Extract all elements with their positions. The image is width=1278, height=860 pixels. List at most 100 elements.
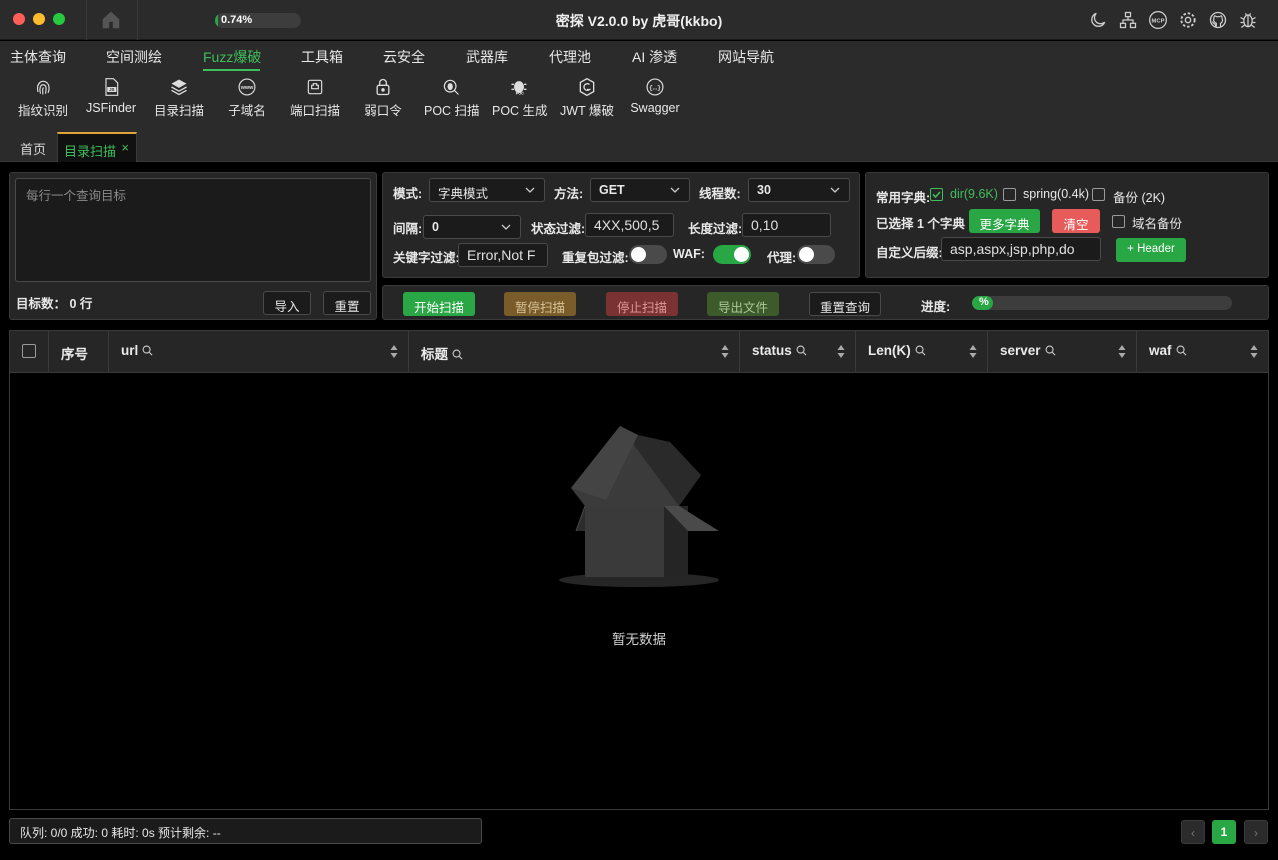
start-scan-button[interactable]: 开始扫描 [403, 292, 475, 316]
search-icon[interactable] [1176, 345, 1187, 356]
export-file-button[interactable]: 导出文件 [707, 292, 779, 316]
close-window-button[interactable] [13, 13, 25, 25]
swagger-icon: {…} [646, 78, 664, 96]
page-1-button[interactable]: 1 [1212, 820, 1236, 844]
home-icon[interactable] [100, 9, 122, 31]
column-length[interactable]: Len(K) [856, 331, 988, 373]
target-count-caption: 目标数： [16, 297, 67, 311]
chevron-down-icon [525, 187, 535, 193]
tool-label: 子域名 [228, 104, 266, 118]
tool-dir-scan[interactable]: 目录扫描 [153, 77, 205, 119]
target-count-value: 0 行 [69, 297, 93, 311]
tab-home[interactable]: 首页 [10, 132, 56, 162]
menu-ai-pentest[interactable]: AI 渗透 [632, 47, 677, 67]
dict-backup-label[interactable]: 备份 (2K) [1113, 187, 1165, 206]
keyword-filter-input[interactable]: Error,Not F [458, 243, 548, 267]
tool-swagger[interactable]: {…} Swagger [629, 77, 681, 115]
search-icon[interactable] [452, 349, 463, 360]
menu-proxy-pool[interactable]: 代理池 [549, 47, 591, 67]
tool-subdomain[interactable]: www 子域名 [227, 77, 267, 119]
column-index[interactable]: 序号 [49, 331, 109, 373]
search-icon[interactable] [796, 345, 807, 356]
minimize-window-button[interactable] [33, 13, 45, 25]
prev-page-button[interactable]: ‹ [1181, 820, 1205, 844]
tool-poc-scan[interactable]: POC 扫描 [424, 77, 480, 119]
reset-button[interactable]: 重置 [323, 291, 371, 315]
menu-space-mapping[interactable]: 空间测绘 [106, 47, 162, 67]
tool-port-scan[interactable]: 端口扫描 [290, 77, 340, 119]
pause-scan-button[interactable]: 暂停扫描 [504, 292, 576, 316]
dark-mode-icon[interactable] [1088, 10, 1108, 30]
mcp-icon[interactable]: MCP [1148, 10, 1168, 30]
maximize-window-button[interactable] [53, 13, 65, 25]
tool-poc-generate[interactable]: POC POC 生成 [492, 77, 548, 119]
tool-label: 指纹识别 [18, 104, 69, 118]
length-filter-input[interactable]: 0,10 [742, 213, 831, 237]
method-select[interactable]: GET [590, 178, 690, 202]
column-server[interactable]: server [988, 331, 1137, 373]
menu-entity-query[interactable]: 主体查询 [10, 47, 66, 67]
import-button[interactable]: 导入 [263, 291, 311, 315]
tool-jwt-brute[interactable]: JWT 爆破 [560, 77, 614, 119]
domain-backup-label[interactable]: 域名备份 [1132, 213, 1182, 232]
select-all-checkbox[interactable] [22, 344, 36, 358]
network-icon[interactable] [1118, 10, 1138, 30]
tool-jsfinder[interactable]: JS JSFinder [86, 77, 136, 115]
add-header-button[interactable]: + Header [1116, 238, 1186, 262]
menu-fuzz[interactable]: Fuzz爆破 [203, 47, 261, 67]
tool-fingerprint[interactable]: 指纹识别 [18, 77, 68, 119]
column-waf[interactable]: waf [1137, 331, 1268, 373]
column-url[interactable]: url [109, 331, 409, 373]
custom-suffix-input[interactable]: asp,aspx,jsp,php,do [941, 237, 1101, 261]
status-filter-input[interactable]: 4XX,500,5 [585, 213, 674, 237]
dict-backup-checkbox[interactable] [1092, 188, 1105, 201]
dict-dir-label[interactable]: dir(9.6K) [950, 187, 998, 201]
check-icon [932, 191, 941, 199]
waf-toggle[interactable] [713, 245, 751, 264]
mode-select[interactable]: 字典模式 [429, 178, 545, 202]
column-title[interactable]: 标题 [409, 331, 740, 373]
menu-toolbox[interactable]: 工具箱 [301, 47, 343, 67]
menu-cloud-security[interactable]: 云安全 [383, 47, 425, 67]
search-icon[interactable] [142, 345, 153, 356]
chevron-down-icon [830, 187, 840, 193]
menu-arsenal[interactable]: 武器库 [466, 47, 508, 67]
settings-gear-icon[interactable] [1178, 10, 1198, 30]
tab-close-icon[interactable]: × [121, 140, 129, 155]
clear-dict-button[interactable]: 清空 [1052, 209, 1100, 233]
tool-label: 端口扫描 [290, 104, 341, 118]
threads-select[interactable]: 30 [748, 178, 850, 202]
sort-icon[interactable] [1118, 344, 1126, 359]
sort-icon[interactable] [1250, 344, 1258, 359]
tool-weak-password[interactable]: 弱口令 [363, 77, 403, 119]
dict-spring-label[interactable]: spring(0.4k) [1023, 187, 1089, 201]
interval-label: 间隔: [393, 222, 423, 236]
column-status[interactable]: status [740, 331, 856, 373]
targets-textarea[interactable]: 每行一个查询目标 [15, 178, 371, 282]
mode-label: 模式: [393, 187, 423, 201]
interval-select[interactable]: 0 [423, 215, 521, 239]
dict-spring-checkbox[interactable] [1003, 188, 1016, 201]
dict-dir-checkbox[interactable] [930, 188, 943, 201]
sort-icon[interactable] [969, 344, 977, 359]
bug-icon[interactable] [1238, 10, 1258, 30]
next-page-button[interactable]: › [1244, 820, 1268, 844]
sort-icon[interactable] [837, 344, 845, 359]
search-icon[interactable] [915, 345, 926, 356]
menu-site-nav[interactable]: 网站导航 [718, 47, 774, 67]
sort-icon[interactable] [721, 344, 729, 359]
divider [137, 0, 138, 40]
column-label: url [121, 343, 139, 358]
stop-scan-button[interactable]: 停止扫描 [606, 292, 678, 316]
sort-icon[interactable] [390, 344, 398, 359]
proxy-toggle[interactable] [797, 245, 835, 264]
menu-active-indicator [203, 69, 260, 71]
dup-filter-toggle[interactable] [629, 245, 667, 264]
reset-query-button[interactable]: 重置查询 [809, 292, 881, 316]
tab-dir-scan[interactable]: 目录扫描 × [57, 132, 137, 162]
more-dict-button[interactable]: 更多字典 [969, 209, 1040, 233]
search-icon[interactable] [1045, 345, 1056, 356]
github-icon[interactable] [1208, 10, 1228, 30]
domain-backup-checkbox[interactable] [1112, 215, 1125, 228]
custom-suffix-label: 自定义后缀: [876, 246, 943, 260]
